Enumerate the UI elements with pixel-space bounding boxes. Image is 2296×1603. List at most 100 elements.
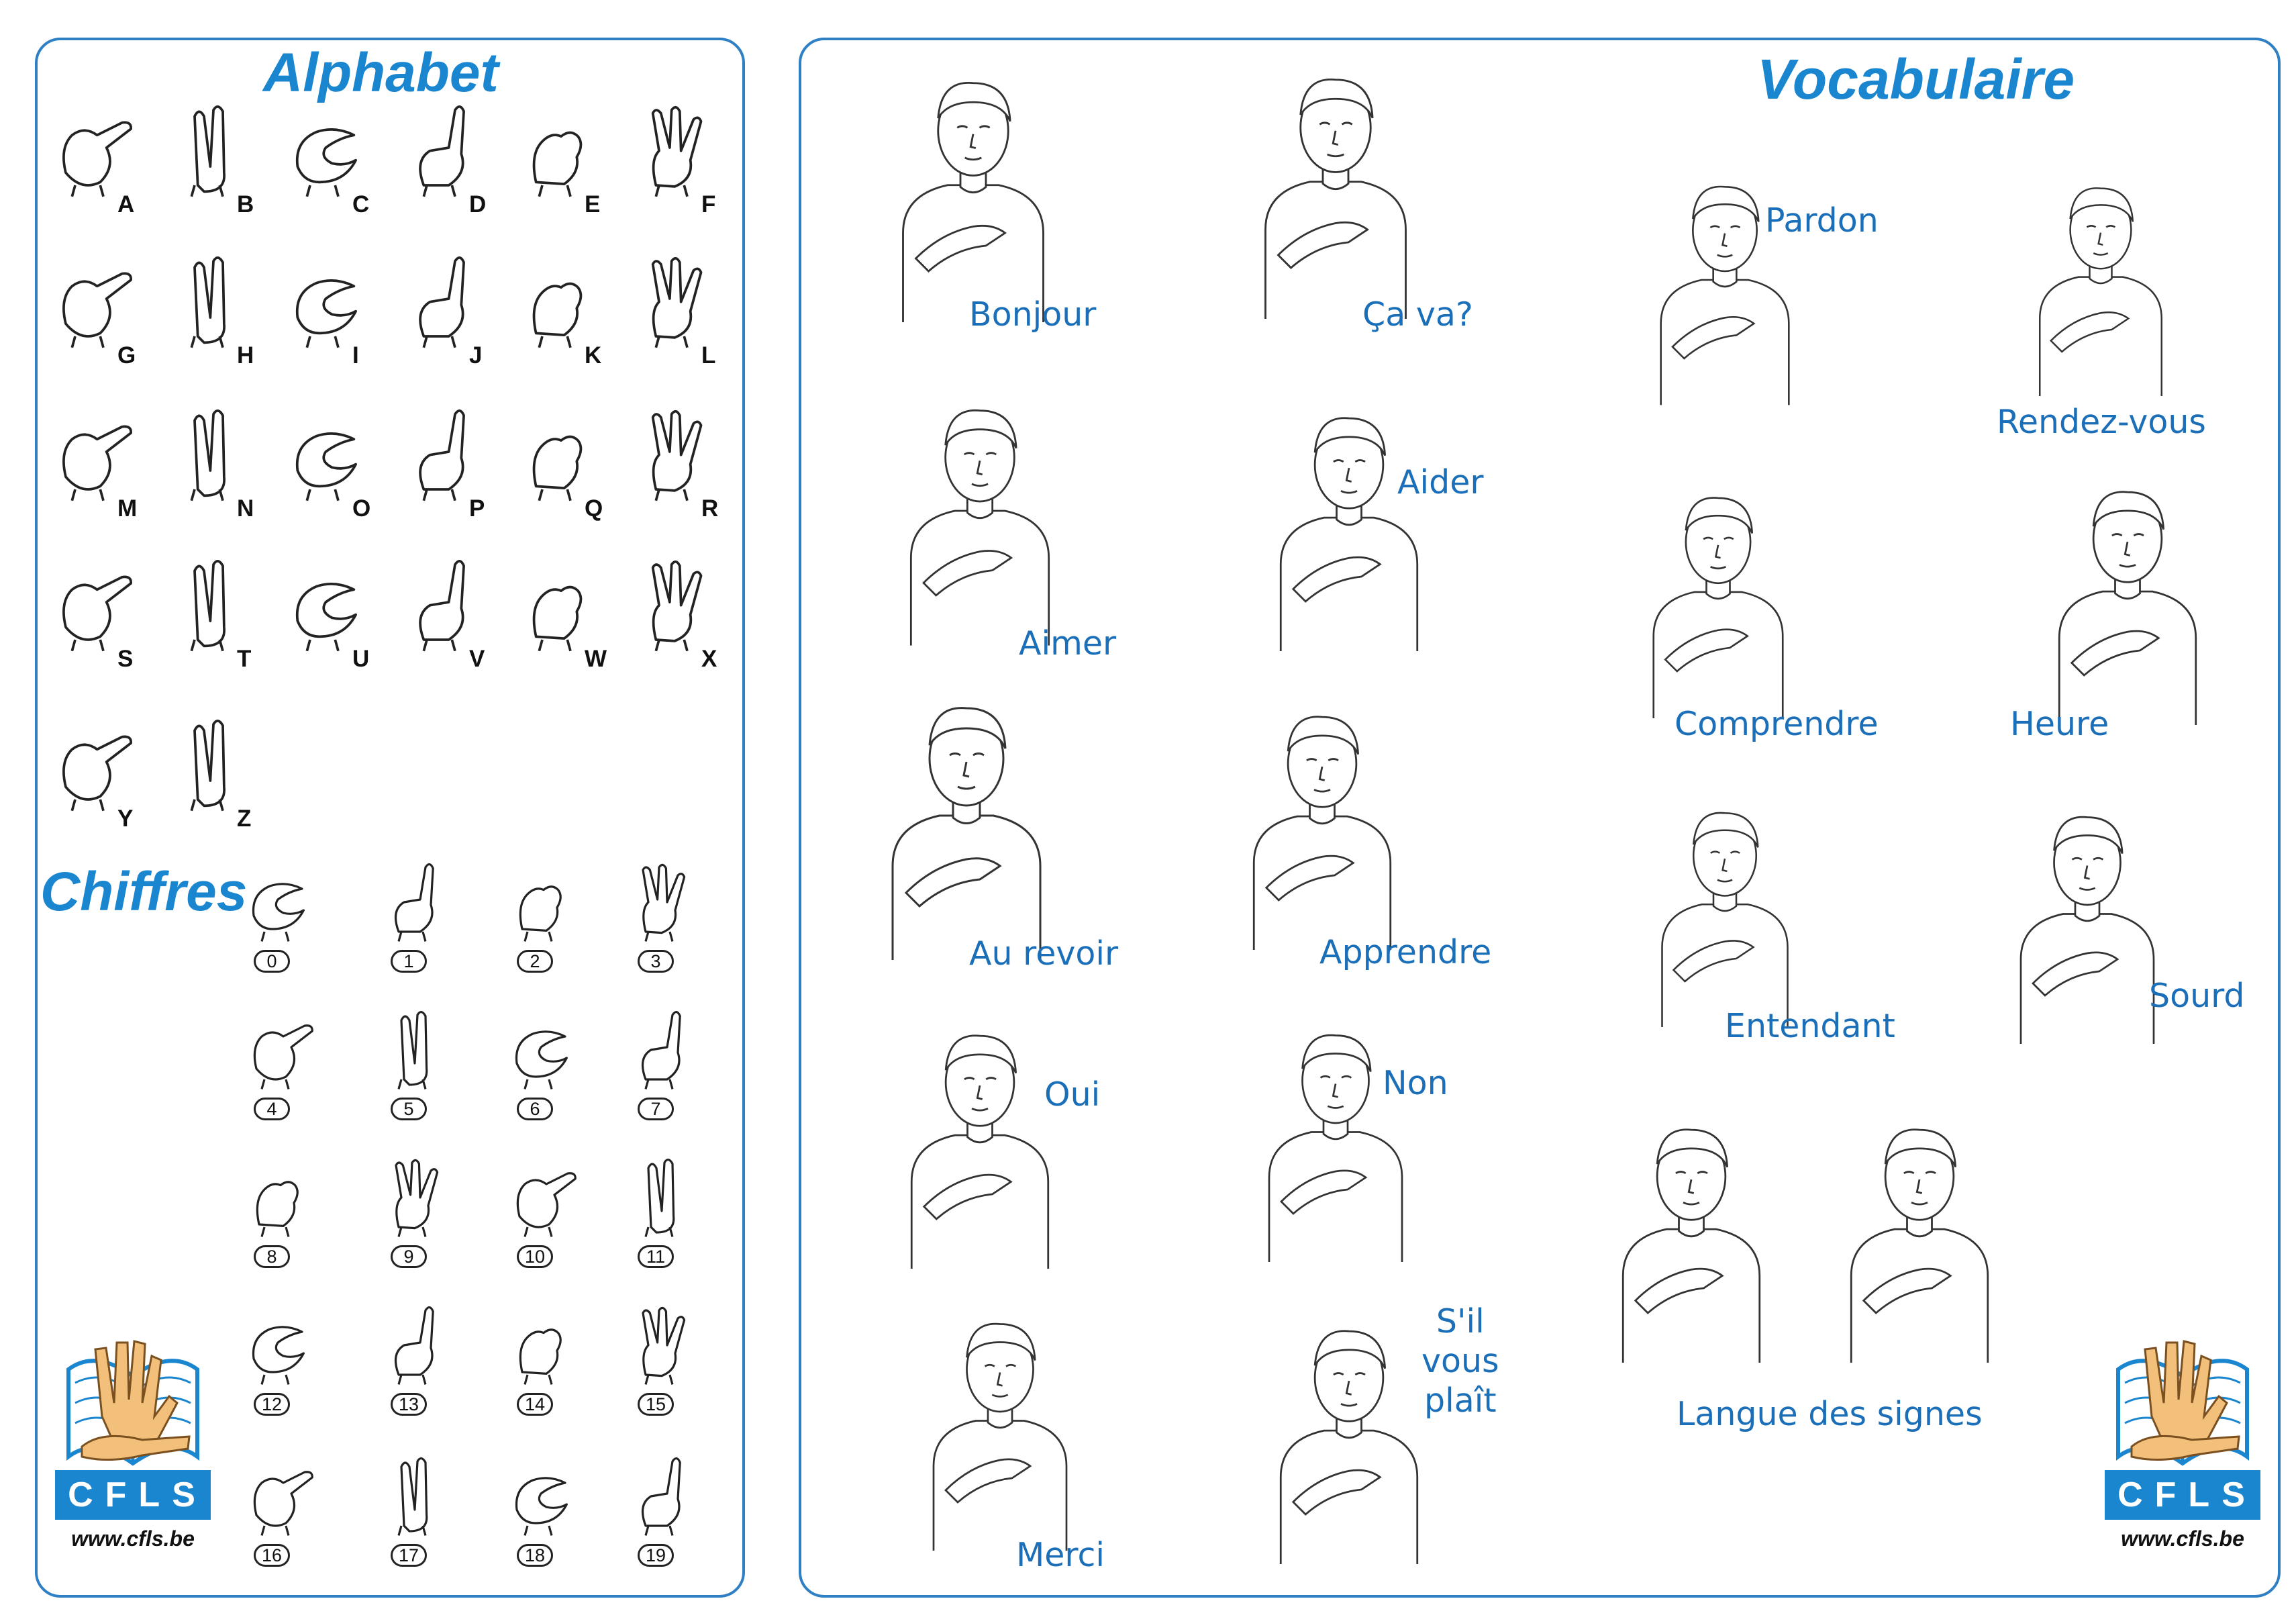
hand-sign-h-icon	[166, 248, 260, 349]
person-sign-au-revoir-icon	[846, 691, 1087, 960]
letter-j: J	[469, 342, 483, 369]
letter-e: E	[585, 191, 601, 217]
website-link[interactable]: www.cfls.be	[2105, 1526, 2260, 1551]
letter-m: M	[117, 495, 138, 522]
person-sign-langue-des-signes-icon	[1584, 1114, 2027, 1363]
hand-sign-n-icon	[166, 401, 260, 502]
person-sign-aimer-icon	[886, 389, 1074, 651]
cfls-logo-left: CFLS www.cfls.be	[55, 1329, 211, 1551]
label-non: Non	[1383, 1064, 1448, 1102]
hand-sign-y-icon	[47, 712, 141, 812]
letter-o: O	[352, 495, 371, 522]
alphabet-title: Alphabet	[263, 42, 499, 103]
number-badge-3: 3	[638, 950, 674, 973]
letter-n: N	[237, 495, 254, 522]
letter-f: F	[701, 191, 716, 217]
number-badge-10: 10	[517, 1245, 553, 1268]
label-oui: Oui	[1044, 1075, 1101, 1114]
letter-h: H	[237, 342, 254, 369]
hand-number-1-icon	[377, 856, 458, 943]
letter-l: L	[701, 342, 716, 369]
hand-number-9-icon	[377, 1151, 458, 1238]
hand-sign-q-icon	[514, 401, 608, 502]
hand-number-2-icon	[503, 856, 584, 943]
label-aider: Aider	[1397, 463, 1484, 501]
label-sourd: Sourd	[2149, 977, 2245, 1015]
hand-sign-m-icon	[47, 401, 141, 502]
hand-number-17-icon	[377, 1450, 458, 1537]
letter-s: S	[117, 646, 134, 672]
number-badge-12: 12	[254, 1393, 290, 1416]
hand-sign-w-icon	[514, 552, 608, 652]
number-badge-11: 11	[638, 1245, 674, 1268]
letter-i: I	[352, 342, 359, 369]
label-bonjour: Bonjour	[969, 295, 1097, 334]
hand-sign-p-icon	[399, 401, 493, 502]
brand-bar: CFLS	[55, 1470, 211, 1520]
hand-sign-l-icon	[631, 248, 725, 349]
label-langue-des-signes: Langue des signes	[1677, 1395, 1983, 1433]
person-sign-s-il-vous-pla-t-icon	[1255, 1316, 1443, 1564]
person-sign-merci-icon	[906, 1309, 1094, 1551]
label-entendant: Entendant	[1725, 1007, 1895, 1045]
person-sign-entendant-icon	[1631, 799, 1819, 1027]
label-au-revoir: Au revoir	[969, 934, 1119, 973]
hand-sign-i-icon	[282, 248, 376, 349]
hand-number-8-icon	[240, 1151, 321, 1238]
hand-sign-s-icon	[47, 552, 141, 652]
person-sign-heure-icon	[2013, 477, 2242, 725]
hand-number-14-icon	[503, 1299, 584, 1386]
hand-sign-k-icon	[514, 248, 608, 349]
hand-number-11-icon	[624, 1151, 705, 1238]
letter-u: U	[352, 646, 370, 672]
number-badge-17: 17	[391, 1544, 427, 1567]
number-badge-19: 19	[638, 1544, 674, 1567]
letter-d: D	[469, 191, 487, 217]
number-badge-13: 13	[391, 1393, 427, 1416]
person-sign-rendez-vous-icon	[2000, 175, 2201, 396]
letter-q: Q	[585, 495, 603, 522]
hand-number-16-icon	[240, 1450, 321, 1537]
brand-bar: CFLS	[2105, 1470, 2260, 1520]
number-badge-18: 18	[517, 1544, 553, 1567]
number-badge-1: 1	[391, 950, 427, 973]
hand-sign-a-icon	[47, 97, 141, 198]
hand-sign-z-icon	[166, 712, 260, 812]
hand-sign-o-icon	[282, 401, 376, 502]
number-badge-0: 0	[254, 950, 290, 973]
hand-sign-d-icon	[399, 97, 493, 198]
hand-number-0-icon	[240, 856, 321, 943]
hand-sign-e-icon	[514, 97, 608, 198]
letter-t: T	[237, 646, 252, 672]
hand-number-5-icon	[377, 1004, 458, 1091]
hand-number-3-icon	[624, 856, 705, 943]
number-badge-15: 15	[638, 1393, 674, 1416]
vocabulary-title: Vocabulaire	[1757, 48, 2075, 111]
letter-c: C	[352, 191, 370, 217]
person-sign-aider-icon	[1248, 403, 1450, 651]
letter-b: B	[237, 191, 254, 217]
hand-number-4-icon	[240, 1004, 321, 1091]
letter-z: Z	[237, 806, 252, 832]
letter-y: Y	[117, 806, 134, 832]
hand-number-7-icon	[624, 1004, 705, 1091]
number-badge-4: 4	[254, 1098, 290, 1120]
number-badge-2: 2	[517, 950, 553, 973]
cfls-logo-right: CFLS www.cfls.be	[2105, 1329, 2260, 1551]
person-sign-bonjour-icon	[872, 67, 1074, 322]
hand-sign-u-icon	[282, 552, 376, 652]
hand-sign-c-icon	[282, 97, 376, 198]
label-comprendre: Comprendre	[1675, 705, 1879, 743]
person-sign-pardon-icon	[1638, 161, 1812, 416]
number-badge-16: 16	[254, 1544, 290, 1567]
hand-number-12-icon	[240, 1299, 321, 1386]
hand-number-15-icon	[624, 1299, 705, 1386]
number-badge-9: 9	[391, 1245, 427, 1268]
label-s-il-vous-pla-t: S'il vous plaît	[1421, 1302, 1499, 1420]
label-apprendre: Apprendre	[1319, 933, 1492, 971]
hand-sign-j-icon	[399, 248, 493, 349]
label-merci: Merci	[1016, 1536, 1105, 1574]
hand-sign-t-icon	[166, 552, 260, 652]
website-link[interactable]: www.cfls.be	[55, 1526, 211, 1551]
hand-sign-x-icon	[631, 552, 725, 652]
